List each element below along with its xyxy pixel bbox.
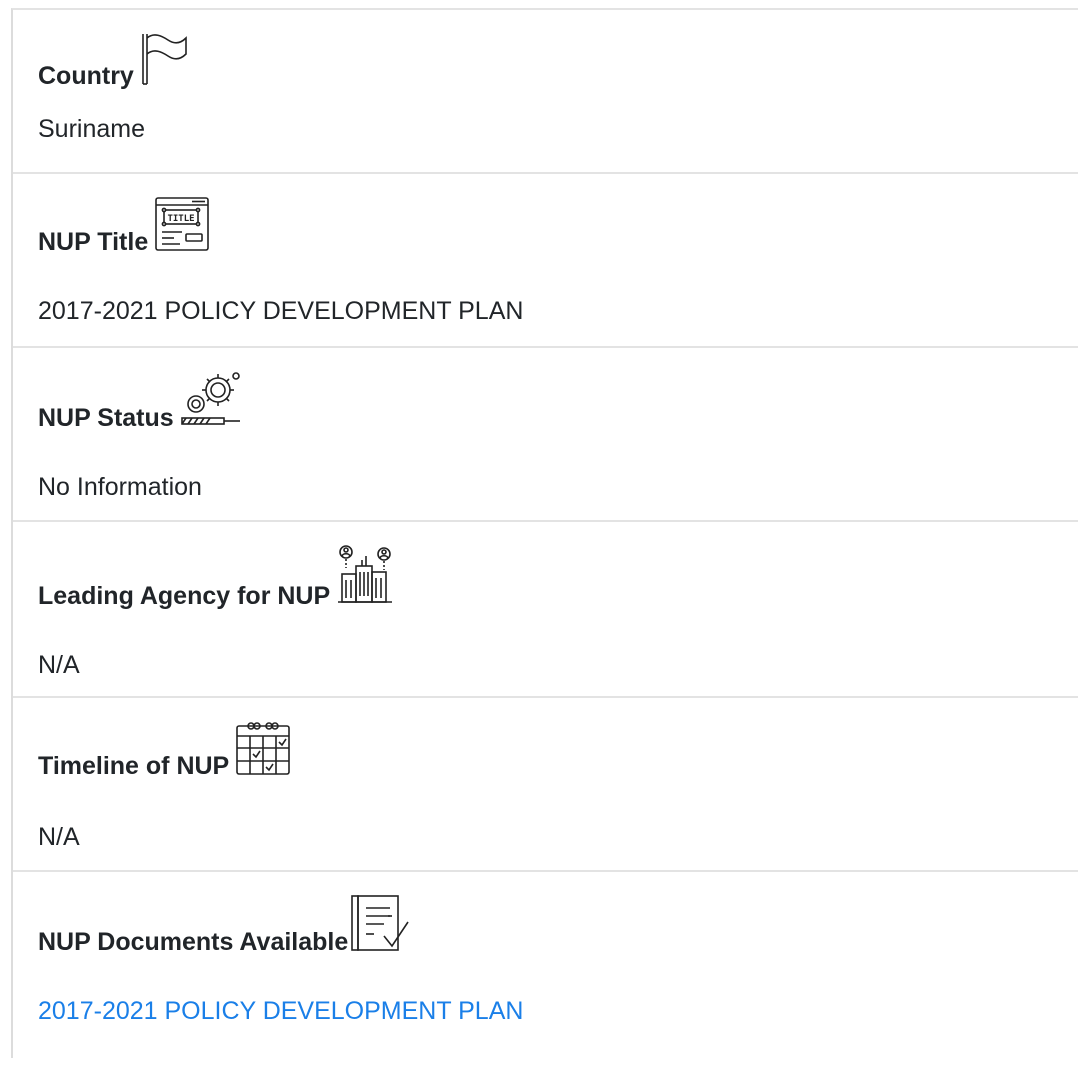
timeline-label: Timeline of NUP: [38, 752, 230, 780]
leading-agency-section: Leading Agency for NUP N/A: [13, 522, 1078, 698]
nup-title-value: 2017-2021 POLICY DEVELOPMENT PLAN: [38, 297, 524, 325]
country-section: Country Suriname: [13, 10, 1078, 174]
documents-link[interactable]: 2017-2021 POLICY DEVELOPMENT PLAN: [38, 996, 523, 1026]
document-check-icon: [350, 894, 410, 957]
timeline-label-row: Timeline of NUP: [38, 720, 291, 781]
documents-section: NUP Documents Available 2017-2021 POLICY…: [13, 872, 1078, 1072]
nup-info-card: Country Suriname NUP Title TITLE 2017-20…: [11, 8, 1078, 1058]
nup-status-value: No Information: [38, 473, 202, 501]
gears-progress-icon: [180, 370, 242, 433]
timeline-value: N/A: [38, 823, 80, 851]
leading-agency-label: Leading Agency for NUP: [38, 582, 331, 610]
country-label: Country: [38, 62, 134, 90]
nup-title-label-row: NUP Title TITLE: [38, 196, 210, 257]
nup-title-section: NUP Title TITLE 2017-2021 POLICY DEVELOP…: [13, 174, 1078, 348]
country-value: Suriname: [38, 115, 145, 143]
title-window-icon: TITLE: [154, 196, 210, 257]
leading-agency-value: N/A: [38, 651, 80, 679]
documents-label-row: NUP Documents Available: [38, 894, 410, 957]
flag-icon: [140, 32, 188, 91]
nup-status-section: NUP Status No Information: [13, 348, 1078, 522]
timeline-section: Timeline of NUP N/A: [13, 698, 1078, 872]
nup-status-label-row: NUP Status: [38, 370, 242, 433]
calendar-icon: [235, 720, 291, 781]
svg-text:TITLE: TITLE: [168, 214, 195, 224]
nup-title-label: NUP Title: [38, 228, 149, 256]
country-label-row: Country: [38, 32, 188, 91]
nup-status-label: NUP Status: [38, 404, 174, 432]
buildings-people-icon: [336, 544, 394, 611]
leading-agency-label-row: Leading Agency for NUP: [38, 544, 394, 611]
documents-label: NUP Documents Available: [38, 928, 349, 956]
